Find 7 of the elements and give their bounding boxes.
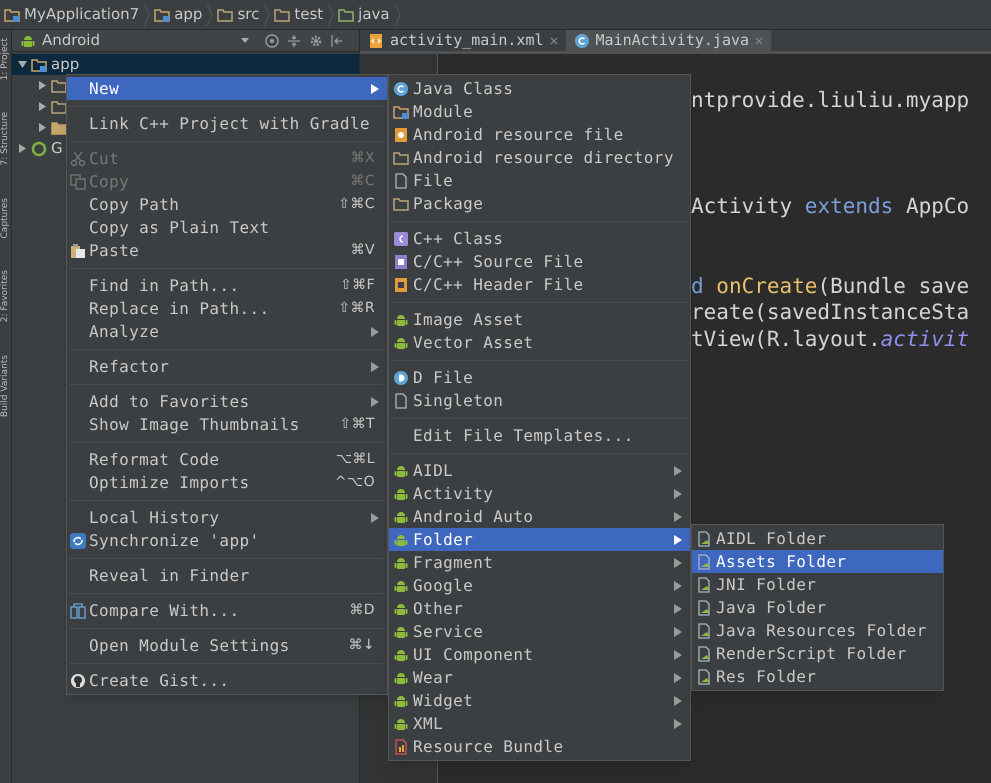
- code-line: ntprovide.liuliu.myapp: [691, 87, 970, 114]
- code-line: d onCreate(Bundle save: [691, 272, 970, 299]
- tree-label: G: [51, 138, 63, 160]
- code-line: reate(savedInstanceSta: [691, 299, 970, 326]
- tree-label: app: [51, 54, 80, 76]
- code-line: Activity extends AppCo: [691, 193, 970, 220]
- code-line: tView(R.layout.activit: [691, 326, 970, 352]
